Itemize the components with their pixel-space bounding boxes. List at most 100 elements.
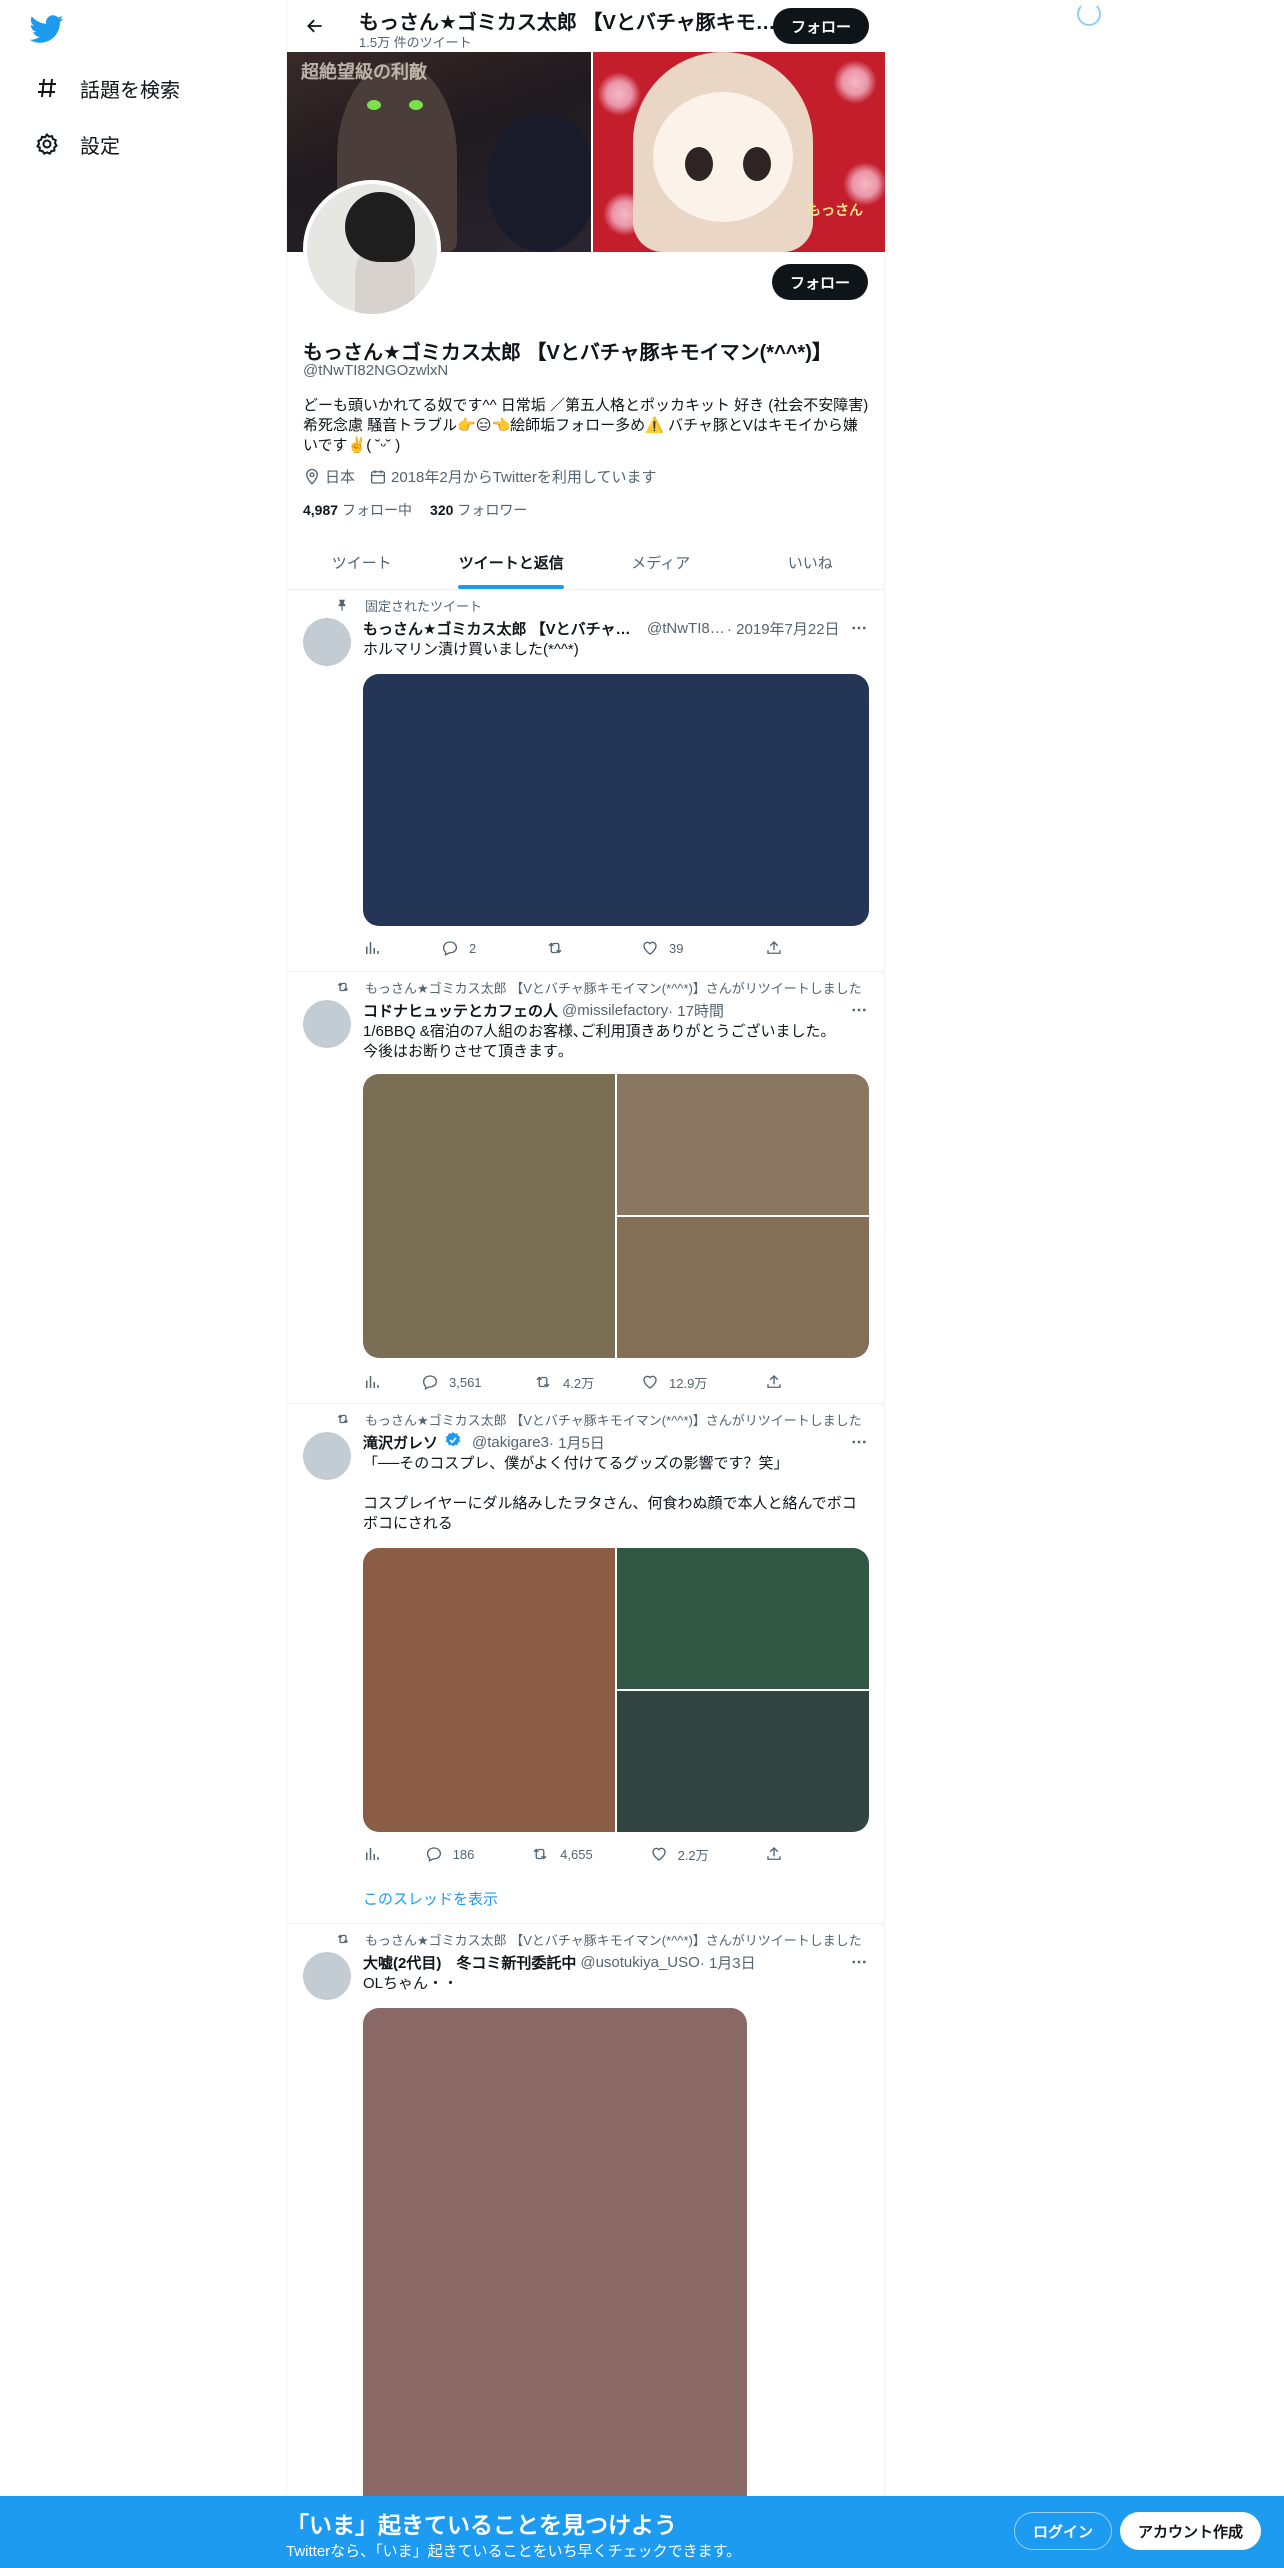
tweet-date[interactable]: · 1月5日 [549, 1432, 605, 1453]
tweet-text: ホルマリン漬け買いました(*^^*) [363, 641, 579, 658]
retweet-icon [533, 1848, 547, 1860]
tweet-avatar[interactable] [303, 618, 351, 666]
profile-follow-button[interactable]: フォロー [771, 264, 868, 300]
tab-tweets[interactable]: ツイート [287, 536, 437, 589]
tweet-author-name[interactable]: 大嘘(2代目) 冬コミ新刊委託中 [363, 1952, 576, 1973]
like-button[interactable]: 39 [641, 939, 765, 957]
tweet-text: 「──そのコスプレ、僕がよく付けてるグッズの影響です？笑」 コスプレイヤーにダル… [363, 1455, 857, 1532]
tweet-header: もっさん★ゴミカス太郎 【Vとバチャ豚キモイマン(*^^*)】 @tNwTI82… [363, 618, 869, 638]
calendar-icon [370, 469, 386, 484]
signup-banner: 「いま」起きていることを見つけよう Twitterなら、「いま」起きていることを… [0, 2496, 1284, 2568]
reply-button[interactable]: 3,561 [421, 1373, 533, 1391]
profile-bio: どーも頭いかれてる奴です^^ 日常垢 ／第五人格とポッカキット 好き (社会不安… [303, 397, 869, 454]
nav-explore-label: 話題を検索 [80, 79, 180, 102]
tweet-avatar[interactable] [303, 1432, 351, 1480]
followers-stat[interactable]: 320 フォロワー [430, 500, 527, 520]
share-icon[interactable] [765, 939, 793, 957]
back-arrow-icon[interactable] [301, 12, 329, 40]
login-button[interactable]: ログイン [1014, 2512, 1113, 2550]
tweet[interactable]: もっさん★ゴミカス太郎 【Vとバチャ豚キモイマン(*^^*)】さんがリツイートし… [287, 972, 885, 1404]
tweet-avatar[interactable] [303, 1000, 351, 1048]
profile-tabs: ツイート ツイートと返信 メディア いいね [287, 536, 885, 590]
tweet-actions: 186 4,655 2.2万 [363, 1844, 793, 1864]
tweet-author-handle[interactable]: @usotukiya_USO [580, 1954, 699, 1971]
signup-button[interactable]: アカウント作成 [1120, 2512, 1262, 2550]
retweet-button[interactable]: 4,655 [530, 1845, 649, 1863]
tweet-actions: 3,561 4.2万 12.9万 [363, 1372, 793, 1392]
profile-location-text: 日本 [325, 469, 356, 486]
nav-explore[interactable]: 話題を検索 [34, 68, 180, 108]
tweet-header: コドナヒュッテとカフェの人 @missilefactory · 17時間 [363, 1000, 869, 1020]
tweet[interactable]: もっさん★ゴミカス太郎 【Vとバチャ豚キモイマン(*^^*)】さんがリツイートし… [287, 1924, 885, 2528]
reply-icon [426, 1847, 441, 1862]
tweet-author-name[interactable]: 滝沢ガレソ [363, 1432, 438, 1453]
tweet-media[interactable] [617, 1548, 869, 1689]
retweet-button[interactable] [545, 939, 641, 957]
profile-joined: 2018年2月からTwitterを利用しています [369, 466, 656, 487]
reply-button[interactable]: 2 [441, 939, 545, 957]
more-options-icon[interactable] [849, 1952, 869, 1972]
profile-name: もっさん★ゴミカス太郎 【Vとバチャ豚キモイマン(*^^*)】 [303, 342, 832, 364]
tweet-avatar[interactable] [303, 1952, 351, 2000]
header-follow-button[interactable]: フォロー [772, 8, 869, 44]
header-title: もっさん★ゴミカス太郎 【Vとバチャ豚キモイマン(*^^*)】 [359, 12, 779, 34]
reply-icon [422, 1375, 438, 1390]
tweet-date[interactable]: · 17時間 [668, 1000, 724, 1021]
more-options-icon[interactable] [849, 1000, 869, 1020]
profile-meta: 日本 2018年2月からTwitterを利用しています [303, 466, 670, 487]
banner-figure [487, 112, 591, 252]
tweet-media[interactable] [617, 1074, 869, 1215]
tweet-media[interactable] [363, 2008, 747, 2528]
tweet-media-grid [363, 1548, 869, 1832]
tweet-author-handle[interactable]: @takigare3 [472, 1434, 549, 1451]
tweet-media[interactable] [617, 1691, 869, 1832]
banner-image-right: もっさん [591, 52, 885, 252]
tweet-media[interactable] [617, 1217, 869, 1358]
analytics-icon[interactable] [363, 1845, 425, 1863]
following-stat[interactable]: 4,987 フォロー中 [303, 500, 412, 520]
tweet-author-name[interactable]: コドナヒュッテとカフェの人 [363, 1000, 558, 1021]
analytics-icon[interactable] [363, 1373, 421, 1391]
retweet-icon [548, 942, 562, 954]
tweet-date[interactable]: · 1月3日 [700, 1952, 756, 1973]
tweet[interactable]: 固定されたツイート もっさん★ゴミカス太郎 【Vとバチャ豚キモイマン(*^^*)… [287, 590, 885, 972]
tweet-author-handle[interactable]: @tNwTI82NGOzwlxN [647, 620, 727, 637]
profile-avatar[interactable] [303, 180, 441, 318]
nav-settings[interactable]: 設定 [34, 124, 120, 164]
reply-button[interactable]: 186 [425, 1845, 530, 1863]
tweet-media[interactable] [363, 1548, 615, 1832]
retweet-context: もっさん★ゴミカス太郎 【Vとバチャ豚キモイマン(*^^*)】さんがリツイートし… [335, 1930, 862, 1948]
profile-location: 日本 [303, 466, 355, 487]
tab-tweets-and-replies[interactable]: ツイートと返信 [437, 536, 587, 589]
retweet-small-icon [337, 1414, 349, 1424]
twitter-logo-icon[interactable] [29, 12, 64, 46]
retweet-icon [536, 1376, 550, 1388]
more-options-icon[interactable] [849, 1432, 869, 1452]
retweet-button[interactable]: 4.2万 [533, 1373, 641, 1392]
like-button[interactable]: 2.2万 [650, 1845, 765, 1864]
heart-icon [651, 1847, 666, 1861]
tweet-text: 1/6BBQ &宿泊の7人組のお客様､ご利用頂きありがとうございました｡ 今後は… [363, 1023, 829, 1060]
more-options-icon[interactable] [849, 618, 869, 638]
analytics-icon[interactable] [363, 939, 441, 957]
tweet-actions: 2 39 [363, 938, 793, 958]
tweet-author-name[interactable]: もっさん★ゴミカス太郎 【Vとバチャ豚キモイマン(*^^*)】 [363, 618, 643, 639]
share-icon[interactable] [765, 1373, 793, 1391]
tweet-media[interactable] [363, 674, 869, 926]
like-button[interactable]: 12.9万 [641, 1373, 765, 1392]
retweet-small-icon [337, 1934, 349, 1944]
tweet-media[interactable] [363, 1074, 615, 1358]
share-icon[interactable] [765, 1845, 793, 1863]
tab-media[interactable]: メディア [586, 536, 736, 589]
retweet-context: もっさん★ゴミカス太郎 【Vとバチャ豚キモイマン(*^^*)】さんがリツイートし… [335, 978, 862, 996]
tweet-header: 大嘘(2代目) 冬コミ新刊委託中 @usotukiya_USO · 1月3日 [363, 1952, 869, 1972]
tweet-date[interactable]: · 2019年7月22日 [727, 618, 840, 639]
show-thread-link[interactable]: このスレッドを表示 [363, 1888, 498, 1909]
location-pin-icon [306, 468, 318, 485]
nav-settings-label: 設定 [80, 135, 120, 158]
tweet-author-handle[interactable]: @missilefactory [562, 1002, 668, 1019]
heart-icon [643, 1375, 657, 1389]
tweet[interactable]: もっさん★ゴミカス太郎 【Vとバチャ豚キモイマン(*^^*)】さんがリツイートし… [287, 1404, 885, 1924]
tab-likes[interactable]: いいね [736, 536, 886, 589]
profile-joined-text: 2018年2月からTwitterを利用しています [391, 469, 657, 486]
